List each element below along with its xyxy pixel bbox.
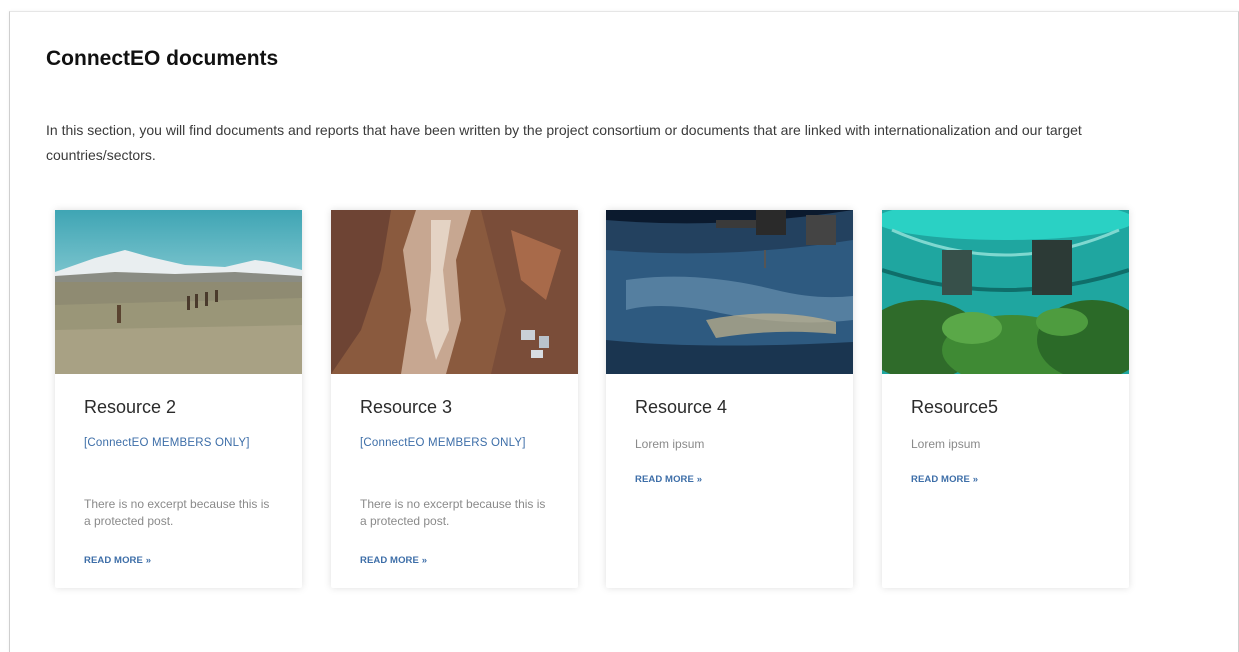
resource-card-2: Resource 2 [ConnectEO MEMBERS ONLY] Ther…	[55, 210, 302, 588]
page-title: ConnectEO documents	[46, 47, 279, 70]
resource-3-read-more-link[interactable]: READ MORE »	[360, 555, 427, 566]
resource-card-5: Resource5 Lorem ipsum READ MORE »	[882, 210, 1129, 588]
resource-card-4: Resource 4 Lorem ipsum READ MORE »	[606, 210, 853, 588]
resource-3-title[interactable]: Resource 3	[360, 397, 452, 418]
resource-4-title[interactable]: Resource 4	[635, 397, 727, 418]
resource-5-title[interactable]: Resource5	[911, 397, 998, 418]
resource-4-excerpt: Lorem ipsum	[635, 437, 705, 451]
resource-2-excerpt: There is no excerpt because this is a pr…	[84, 497, 270, 528]
resource-5-read-more-link[interactable]: READ MORE »	[911, 474, 978, 485]
section-intro: In this section, you will find documents…	[46, 122, 1082, 163]
resource-2-image[interactable]	[55, 210, 302, 374]
resource-4-read-more-link[interactable]: READ MORE »	[635, 474, 702, 485]
resource-3-image[interactable]	[331, 210, 578, 374]
resource-card-3: Resource 3 [ConnectEO MEMBERS ONLY] Ther…	[331, 210, 578, 588]
resource-2-title[interactable]: Resource 2	[84, 397, 176, 418]
resource-3-members-tag: [ConnectEO MEMBERS ONLY]	[360, 437, 526, 449]
resource-2-members-tag: [ConnectEO MEMBERS ONLY]	[84, 437, 250, 449]
resource-5-excerpt: Lorem ipsum	[911, 437, 981, 451]
resource-3-excerpt: There is no excerpt because this is a pr…	[360, 497, 546, 528]
resource-4-image[interactable]	[606, 210, 853, 374]
resource-2-read-more-link[interactable]: READ MORE »	[84, 555, 151, 566]
resource-5-image[interactable]	[882, 210, 1129, 374]
